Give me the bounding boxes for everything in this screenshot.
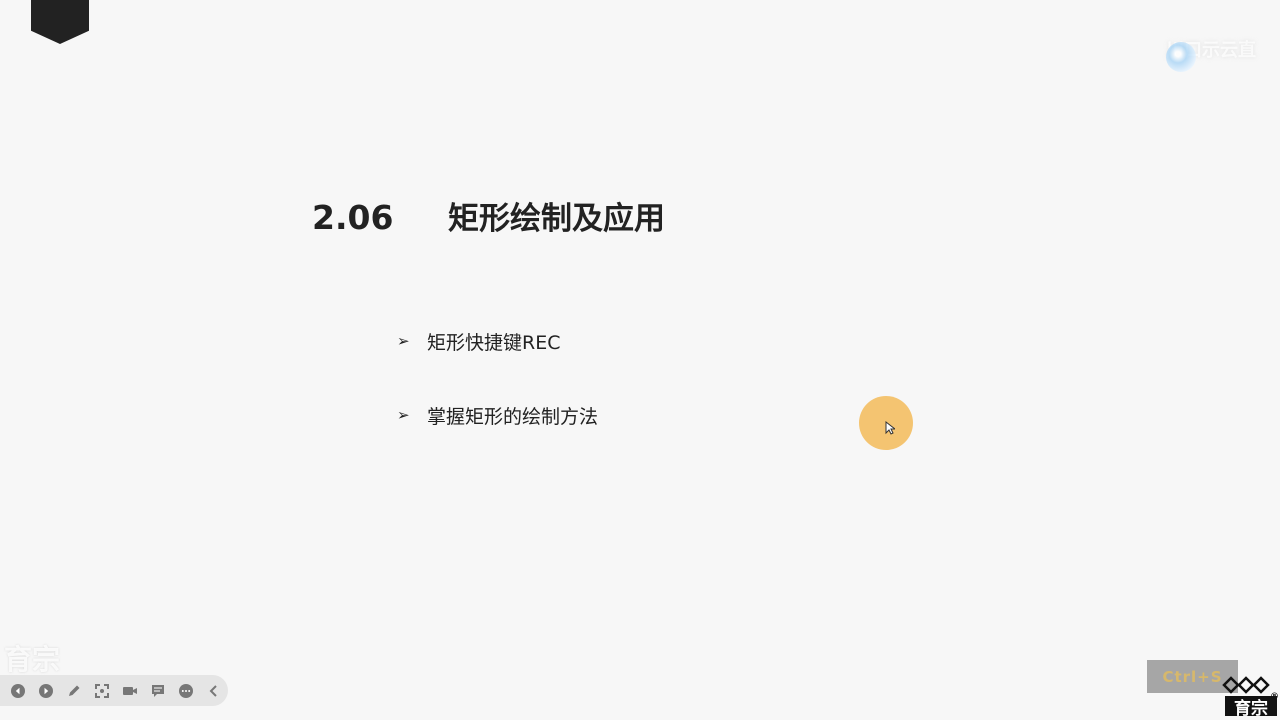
presentation-toolbar [0,675,228,706]
slide-number: 2.06 [312,198,394,237]
mouse-cursor-icon [885,421,895,435]
previous-icon [11,683,25,698]
next-button[interactable] [35,680,57,702]
mouse-cursor-highlight [859,396,913,450]
collapse-button[interactable] [203,680,225,702]
bullet-arrow-icon: ➢ [397,332,410,350]
bullet-item: ➢ 掌握矩形的绘制方法 [397,400,598,430]
camera-icon [123,686,137,695]
next-icon [39,683,53,698]
slide-title: 2.06 矩形绘制及应用 [312,193,665,238]
more-icon [179,683,193,698]
slide-bullets: ➢ 矩形快捷键REC ➢ 掌握矩形的绘制方法 [397,326,598,474]
comment-icon [152,684,164,697]
watermark-orb-icon [1166,42,1196,72]
previous-button[interactable] [7,680,29,702]
bullet-arrow-icon: ➢ [397,406,410,424]
focus-button[interactable] [91,680,113,702]
more-button[interactable] [175,680,197,702]
bullet-text: 矩形快捷键REC [427,331,561,354]
pen-button[interactable] [63,680,85,702]
bullet-item: ➢ 矩形快捷键REC [397,326,598,356]
slide-heading: 矩形绘制及应用 [448,201,665,237]
slide-corner-tab [31,0,89,44]
bottom-watermark: 育宗 [4,643,61,676]
collapse-icon [209,684,217,697]
comment-button[interactable] [147,680,169,702]
focus-icon [95,683,109,698]
pen-icon [69,685,80,696]
bullet-text: 掌握矩形的绘制方法 [427,405,599,428]
camera-button[interactable] [119,680,141,702]
brand-logo: 育宗 ® [1222,674,1280,719]
registered-mark: ® [1270,692,1279,702]
